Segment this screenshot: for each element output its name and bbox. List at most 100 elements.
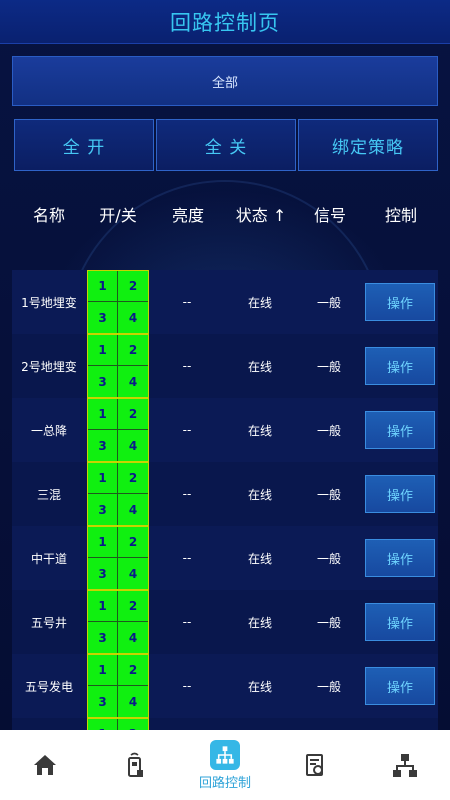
row-brightness: -- [182,295,192,309]
tab-document[interactable] [270,730,360,800]
switch-grid: 1 2 3 4 [87,654,149,718]
page-title: 回路控制页 [170,10,280,35]
switch-1[interactable]: 1 [88,527,118,558]
switch-grid: 1 2 3 4 [87,462,149,526]
switch-grid: 1 2 3 4 [87,590,149,654]
column-brightness: 亮度 [171,206,204,225]
column-status-sort[interactable]: 状态 ↑ [226,202,296,226]
table-row: 1号地埋变 1 2 3 4 -- 在线 一般 操作 [12,270,438,334]
table-row: 1 2 3 4 [12,718,438,730]
header: 回路控制页 [0,0,450,44]
row-signal: 一般 [316,679,341,694]
switch-1[interactable]: 1 [88,719,118,730]
row-signal: 一般 [316,359,341,374]
tab-loop-control[interactable]: 回路控制 [180,730,270,800]
loop-control-icon [210,739,240,770]
document-icon [306,754,323,776]
switch-2[interactable]: 2 [118,719,148,730]
operate-button[interactable]: 操作 [365,475,435,513]
home-icon [34,755,56,775]
row-name: 五号井 [30,615,67,630]
switch-4[interactable]: 4 [118,430,148,461]
switch-1[interactable]: 1 [88,399,118,430]
all-off-button[interactable]: 全 关 [156,119,296,171]
table-row: 中干道 1 2 3 4 -- 在线 一般 操作 [12,526,438,590]
row-name: 五号发电 [24,679,73,694]
switch-grid: 1 2 3 4 [87,334,149,398]
row-name: 三混 [36,487,61,502]
operate-button[interactable]: 操作 [365,667,435,705]
switch-2[interactable]: 2 [118,591,148,622]
switch-3[interactable]: 3 [88,366,118,397]
switch-1[interactable]: 1 [88,591,118,622]
row-status: 在线 [247,487,272,502]
row-name: 中干道 [30,551,67,566]
switch-4[interactable]: 4 [118,494,148,525]
switch-2[interactable]: 2 [118,271,148,302]
switch-grid: 1 2 3 4 [87,526,149,590]
switch-2[interactable]: 2 [118,463,148,494]
table-row: 三混 1 2 3 4 -- 在线 一般 操作 [12,462,438,526]
switch-3[interactable]: 3 [88,430,118,461]
row-signal: 一般 [316,487,341,502]
switch-1[interactable]: 1 [88,463,118,494]
switch-4[interactable]: 4 [118,366,148,397]
remote-phone-icon [128,752,143,777]
row-status: 在线 [247,295,272,310]
switch-3[interactable]: 3 [88,558,118,589]
table-header: 名称 开/关 亮度 状态 ↑ 信号 控制 [12,196,438,232]
row-status: 在线 [247,551,272,566]
tab-label-loop-control: 回路控制 [198,775,251,791]
group-select[interactable]: 全部 [12,56,438,106]
switch-3[interactable]: 3 [88,494,118,525]
switch-2[interactable]: 2 [118,335,148,366]
switch-4[interactable]: 4 [118,558,148,589]
row-brightness: -- [182,423,192,437]
row-brightness: -- [182,359,192,373]
tab-network[interactable] [360,730,450,800]
switch-3[interactable]: 3 [88,622,118,653]
all-on-button[interactable]: 全 开 [14,119,154,171]
tab-remote[interactable] [90,730,180,800]
operate-button[interactable]: 操作 [365,347,435,385]
bind-strategy-button[interactable]: 绑定策略 [298,119,438,171]
circuit-list[interactable]: 1号地埋变 1 2 3 4 -- 在线 一般 操作 2号地埋变 1 2 3 4 … [12,270,438,730]
switch-1[interactable]: 1 [88,271,118,302]
switch-3[interactable]: 3 [88,302,118,333]
tab-home[interactable] [0,730,90,800]
row-name: 2号地埋变 [21,359,77,374]
switch-4[interactable]: 4 [118,686,148,717]
switch-4[interactable]: 4 [118,622,148,653]
operate-button[interactable]: 操作 [365,283,435,321]
operate-button[interactable]: 操作 [365,411,435,449]
table-row: 2号地埋变 1 2 3 4 -- 在线 一般 操作 [12,334,438,398]
bottom-tab-bar: 回路控制 [0,730,450,800]
column-control: 控制 [384,206,417,225]
row-brightness: -- [182,487,192,501]
table-row: 五号井 1 2 3 4 -- 在线 一般 操作 [12,590,438,654]
row-brightness: -- [182,615,192,629]
row-signal: 一般 [316,295,341,310]
row-name: 一总降 [30,423,67,438]
switch-4[interactable]: 4 [118,302,148,333]
switch-3[interactable]: 3 [88,686,118,717]
row-name: 1号地埋变 [21,295,77,310]
row-status: 在线 [247,679,272,694]
row-signal: 一般 [316,551,341,566]
network-icon [393,754,417,777]
operate-button[interactable]: 操作 [365,539,435,577]
switch-1[interactable]: 1 [88,335,118,366]
row-brightness: -- [182,551,192,565]
group-select-value: 全部 [211,75,238,91]
row-status: 在线 [247,615,272,630]
operate-button[interactable]: 操作 [365,603,435,641]
column-name: 名称 [32,206,65,225]
switch-2[interactable]: 2 [118,527,148,558]
row-brightness: -- [182,679,192,693]
switch-2[interactable]: 2 [118,655,148,686]
switch-grid: 1 2 3 4 [87,718,149,730]
row-signal: 一般 [316,615,341,630]
switch-1[interactable]: 1 [88,655,118,686]
column-signal: 信号 [313,206,346,225]
switch-2[interactable]: 2 [118,399,148,430]
